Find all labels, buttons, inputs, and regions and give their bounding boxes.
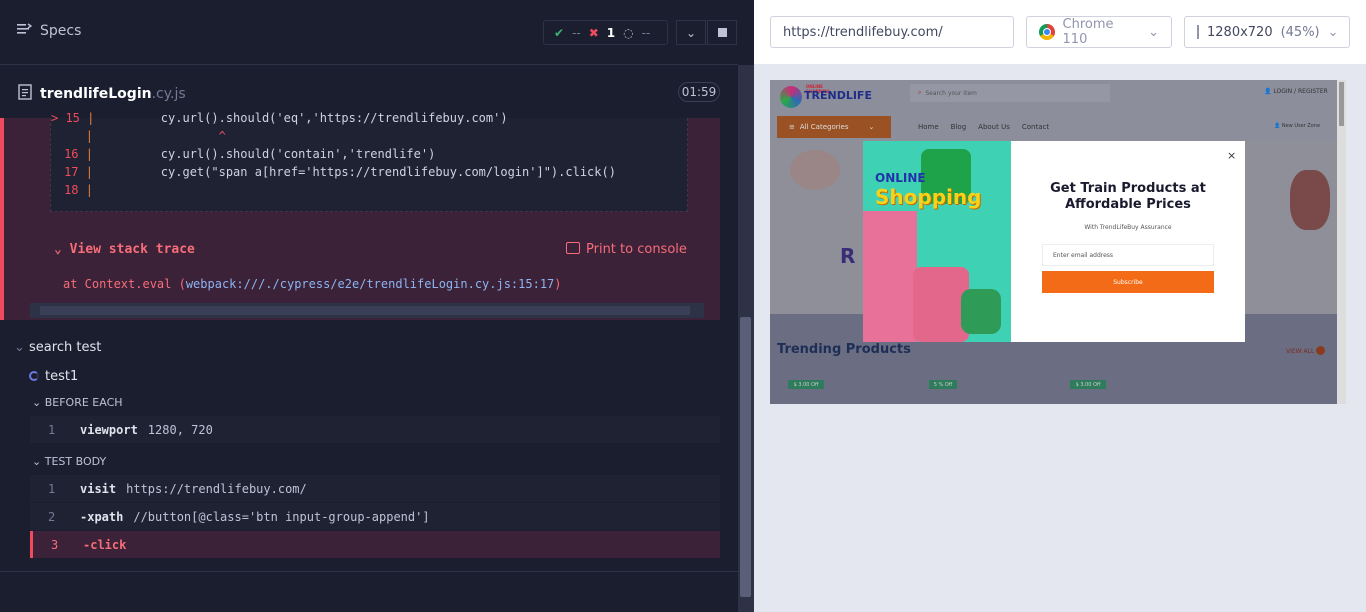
newsletter-modal: ONLINE Shopping × Get Train Products at …	[863, 141, 1245, 342]
chevron-down-icon: ⌄	[32, 396, 45, 409]
duration-badge: 01:59	[678, 82, 720, 102]
chevron-down-icon: ⌄	[1148, 24, 1159, 40]
new-user-zone-link[interactable]: 👤 New User Zone	[1274, 123, 1320, 129]
promo-image: ONLINE Shopping	[863, 141, 1011, 342]
url-bar[interactable]: https://trendlifebuy.com/	[770, 16, 1014, 48]
console-icon	[566, 242, 580, 254]
site-nav-links: Home Blog About Us Contact	[918, 123, 1049, 131]
aut-toolbar: https://trendlifebuy.com/ Chrome 110 ⌄ 12…	[754, 0, 1366, 64]
before-each-hook[interactable]: ⌄ BEFORE EACH	[32, 396, 123, 409]
code-line: 18 |	[64, 183, 93, 197]
code-line: 16 | cy.url().should('contain','trendlif…	[64, 147, 436, 161]
code-line: 17 | cy.get("span a[href='https://trendl…	[64, 165, 616, 179]
error-panel: > 15 | cy.url().should('eq','https://tre…	[0, 111, 720, 320]
check-icon: ✔	[554, 25, 565, 40]
pending-icon: ◌	[623, 25, 634, 40]
divider	[0, 571, 738, 572]
viewport-select[interactable]: 1280x720 (45%) ⌄	[1184, 16, 1350, 48]
code-frame: > 15 | cy.url().should('eq','https://tre…	[50, 111, 688, 212]
stop-button[interactable]	[707, 20, 737, 45]
stack-trace-link[interactable]: webpack:///./cypress/e2e/trendlifeLogin.…	[186, 277, 554, 291]
ruler-icon	[1197, 25, 1199, 39]
horizontal-scrollbar[interactable]	[30, 303, 704, 318]
chevron-down-icon: ⌄	[1327, 24, 1339, 40]
discount-badge: $ 3.00 Off	[1070, 380, 1106, 389]
search-icon: ⌕	[918, 89, 922, 96]
modal-title: Get Train Products at Affordable Prices	[1050, 181, 1206, 212]
promo-shopping-text: Shopping	[875, 185, 982, 209]
discount-badge: $ 3.00 Off	[788, 380, 824, 389]
modal-subtitle: With TrendLifeBuy Assurance	[1084, 224, 1172, 231]
passed-count: --	[572, 25, 581, 40]
command-row[interactable]: 1 visit https://trendlifebuy.com/	[30, 475, 720, 502]
view-all-link[interactable]: VIEW ALL	[1286, 346, 1326, 355]
nav-blog[interactable]: Blog	[951, 123, 966, 131]
code-line: > 15 | cy.url().should('eq','https://tre…	[51, 111, 508, 125]
site-logo[interactable]: ONLINE SHOPPING TRENDLIFE	[780, 84, 872, 108]
x-icon: ✖	[588, 25, 599, 40]
menu-icon	[16, 22, 33, 40]
promo-online-text: ONLINE	[875, 171, 926, 185]
chevron-down-button[interactable]: ⌄	[676, 20, 706, 45]
spec-file-name[interactable]: trendlifeLogin.cy.js	[40, 86, 186, 102]
specs-toggle[interactable]: Specs	[16, 22, 81, 40]
trending-products-heading: Trending Products	[777, 342, 911, 357]
running-icon	[29, 371, 39, 381]
vertical-scrollbar[interactable]	[738, 65, 754, 612]
site-search-input[interactable]: ⌕ Search your item	[910, 84, 1110, 102]
specs-header: Specs ✔ -- ✖ 1 ◌ -- ⌄	[0, 0, 738, 65]
subscribe-button[interactable]: Subscribe	[1042, 271, 1214, 293]
command-row[interactable]: 2 -xpath//button[@class='btn input-group-…	[30, 503, 720, 530]
nav-home[interactable]: Home	[918, 123, 939, 131]
chevron-down-icon: ⌄	[868, 123, 875, 131]
arrow-right-icon	[1316, 346, 1326, 355]
email-field[interactable]: Enter email address	[1042, 244, 1214, 266]
aut-scrollbar[interactable]	[1337, 80, 1346, 404]
view-stack-trace-toggle[interactable]: ⌄ View stack trace	[54, 242, 195, 257]
chevron-down-icon: ⌄	[685, 25, 697, 40]
nav-contact[interactable]: Contact	[1022, 123, 1049, 131]
stop-icon	[717, 28, 727, 37]
test-title[interactable]: test1	[29, 369, 78, 384]
user-icon: 👤	[1264, 88, 1274, 95]
chevron-down-icon: ⌄	[14, 340, 30, 355]
reporter-panel: Specs ✔ -- ✖ 1 ◌ -- ⌄ trendlifeLogin.cy.…	[0, 0, 754, 612]
failed-count: 1	[606, 25, 616, 40]
discount-badge: 5 % Off	[929, 380, 957, 389]
chevron-down-icon: ⌄	[32, 455, 45, 468]
all-categories-button[interactable]: ≡ All Categories ⌄	[777, 116, 891, 138]
user-icon: 👤	[1274, 123, 1282, 129]
close-icon[interactable]: ×	[1227, 149, 1236, 162]
command-row-failed[interactable]: 3 -click	[30, 531, 720, 558]
menu-icon: ≡	[789, 123, 795, 131]
pending-count: --	[641, 25, 651, 40]
nav-about[interactable]: About Us	[978, 123, 1010, 131]
aut-panel: https://trendlifebuy.com/ Chrome 110 ⌄ 12…	[754, 0, 1366, 612]
chevron-down-icon: ⌄	[54, 242, 70, 257]
suite-title[interactable]: ⌄ search test	[14, 340, 101, 355]
command-row[interactable]: 1 viewport 1280, 720	[30, 416, 720, 443]
file-icon	[18, 84, 32, 104]
login-register-link[interactable]: 👤 LOGIN / REGISTER	[1264, 88, 1328, 95]
print-to-console-button[interactable]: Print to console	[566, 242, 687, 257]
browser-select[interactable]: Chrome 110 ⌄	[1026, 16, 1172, 48]
app-preview: ONLINE SHOPPING TRENDLIFE ⌕ Search your i…	[770, 80, 1346, 404]
stats-group: ✔ -- ✖ 1 ◌ --	[543, 20, 668, 45]
chrome-icon	[1039, 24, 1055, 40]
specs-title: Specs	[40, 23, 82, 39]
stack-trace-line: at Context.eval (webpack:///./cypress/e2…	[63, 277, 562, 291]
test-body-hook[interactable]: ⌄ TEST BODY	[32, 455, 106, 468]
code-line: | ^	[85, 129, 226, 143]
